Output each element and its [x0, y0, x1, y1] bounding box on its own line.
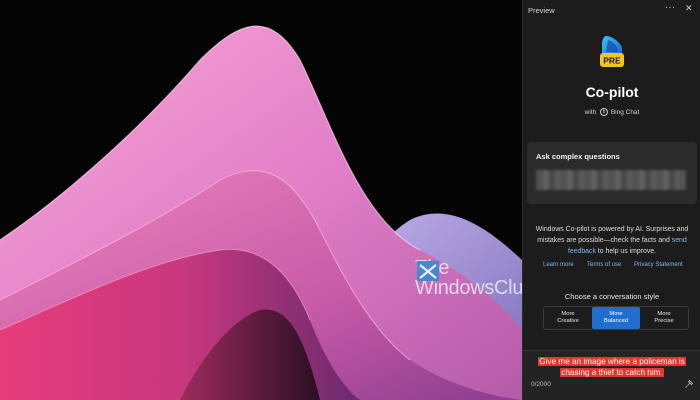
with-product: Bing Chat — [610, 109, 640, 117]
close-icon[interactable]: ✕ — [685, 3, 693, 14]
powered-by-row: with b Bing Chat — [523, 108, 700, 117]
style-precise-button[interactable]: More Precise — [640, 307, 688, 329]
bloom-wallpaper — [0, 25, 522, 400]
more-options-icon[interactable]: ··· — [665, 2, 676, 12]
pin-icon[interactable] — [685, 380, 693, 388]
disclaimer-body: Windows Co-pilot is powered by AI. Surpr… — [535, 226, 689, 244]
style-precise-line1: More — [657, 311, 671, 317]
style-balanced-line2: Balanced — [603, 318, 629, 324]
char-counter: 0/2000 — [531, 381, 551, 388]
prompt-line2: chasing a thief to catch him. — [560, 368, 664, 377]
app-name: Co-pilot — [585, 84, 639, 100]
with-prefix: with — [584, 109, 597, 117]
windowsclub-logo-icon — [417, 261, 439, 281]
prompt-line1: Give me an image where a policeman is — [538, 357, 686, 366]
style-creative-button[interactable]: More Creative — [544, 307, 592, 329]
conversation-style-selector: More Creative More Balanced More Precise — [543, 306, 689, 330]
panel-title: Preview — [528, 6, 555, 15]
conversation-style-label: Choose a conversation style — [564, 292, 660, 301]
copilot-panel: Preview ··· ✕ PRE Co-pilot with b Bing C… — [522, 0, 700, 400]
disclaimer-suffix: to help us improve. — [597, 248, 657, 255]
privacy-statement-link[interactable]: Privacy Statement — [634, 262, 683, 268]
suggestion-card[interactable]: Ask complex questions — [527, 142, 697, 204]
windowsclub-watermark: The WindowsClub — [415, 258, 522, 298]
style-creative-line1: More — [561, 311, 575, 317]
panel-titlebar: Preview ··· ✕ — [523, 0, 700, 20]
bing-icon: b — [600, 108, 608, 116]
card-title: Ask complex questions — [536, 152, 620, 161]
terms-of-use-link[interactable]: Terms of use — [587, 262, 621, 268]
disclaimer-text: Windows Co-pilot is powered by AI. Surpr… — [533, 224, 691, 257]
style-balanced-button[interactable]: More Balanced — [592, 307, 640, 329]
blurred-suggestion — [536, 170, 686, 190]
logo-badge: PRE — [603, 56, 621, 66]
desktop-wallpaper: The WindowsClub — [0, 0, 522, 400]
style-precise-line2: Precise — [654, 318, 674, 324]
copilot-logo-icon: PRE — [600, 36, 624, 67]
style-creative-line2: Creative — [557, 318, 579, 324]
learn-more-link[interactable]: Learn more — [543, 262, 574, 268]
chat-input-text[interactable]: Give me an image where a policeman is ch… — [525, 356, 699, 378]
style-balanced-line1: More — [609, 311, 623, 317]
